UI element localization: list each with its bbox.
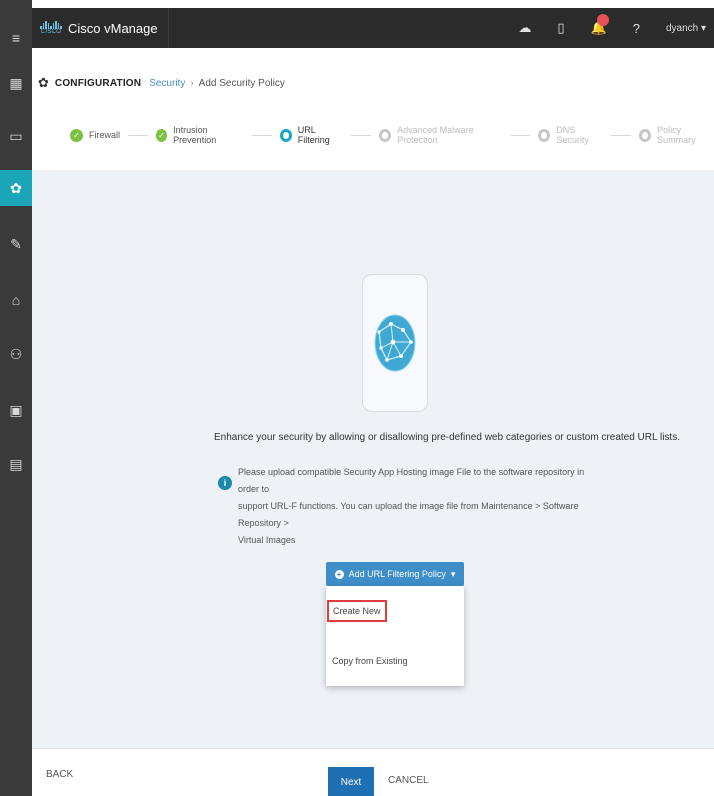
cisco-logo-icon: CISCO [40, 18, 62, 38]
step-connector [252, 134, 272, 136]
step-connector [351, 134, 371, 136]
page-title: CONFIGURATION [54, 77, 142, 89]
upload-info-notice: i Please upload compatible Security App … [218, 464, 588, 549]
next-button[interactable]: Next [328, 767, 374, 796]
step-firewall[interactable]: ✓ Firewall [70, 128, 121, 142]
configuration-gear-icon[interactable]: ✿ [0, 170, 32, 206]
current-step-icon [279, 128, 292, 142]
step-label: Intrusion Prevention [173, 125, 217, 145]
url-filtering-illustration [362, 274, 428, 412]
content-panel: Enhance your security by allowing or dis… [32, 170, 714, 748]
pending-step-icon [378, 128, 392, 142]
menu-item-copy-from-existing[interactable]: Copy from Existing [332, 656, 408, 666]
add-policy-dropdown-menu: Create New Copy from Existing [326, 586, 464, 686]
check-icon: ✓ [155, 128, 168, 142]
check-icon: ✓ [70, 128, 83, 142]
cloud-icon[interactable]: ☁ [518, 20, 531, 36]
step-url-filtering[interactable]: URL Filtering [279, 125, 344, 145]
monitor-icon[interactable]: ▭ [0, 118, 32, 154]
pending-step-icon [538, 128, 551, 142]
step-connector [128, 134, 148, 136]
info-icon: i [218, 476, 232, 490]
wizard-stepper: ✓ Firewall ✓ Intrusion Prevention URL Fi… [32, 118, 714, 152]
app-name: Cisco vManage [68, 20, 158, 36]
info-line: support URL-F functions. You can upload … [238, 501, 579, 528]
vanalytics-icon[interactable]: ▣ [0, 392, 32, 428]
info-line: Please upload compatible Security App Ho… [238, 467, 585, 494]
tools-wrench-icon[interactable]: ✎ [0, 226, 32, 262]
configuration-gear-icon: ✿ [38, 75, 49, 90]
step-advanced-malware-protection[interactable]: Advanced Malware Protection [378, 125, 503, 145]
cancel-button[interactable]: CANCEL [388, 775, 429, 786]
step-label: URL Filtering [297, 125, 330, 145]
info-line: Virtual Images [238, 535, 296, 545]
step-intrusion-prevention[interactable]: ✓ Intrusion Prevention [155, 125, 244, 145]
tasks-icon[interactable]: ▯ [557, 20, 564, 36]
breadcrumb-separator: › [190, 77, 194, 89]
logo-word: CISCO [40, 28, 62, 35]
breadcrumb-current: Add Security Policy [198, 77, 285, 89]
administration-users-icon[interactable]: ⚇ [0, 336, 32, 372]
alarms-bell-icon[interactable]: 🔔 [591, 14, 609, 36]
cisco-logo[interactable]: CISCO Cisco vManage [32, 8, 169, 48]
globe-icon [374, 314, 416, 372]
step-label: Advanced Malware Protection [397, 125, 474, 145]
menu-icon[interactable]: ≡ [0, 20, 32, 56]
user-menu[interactable]: dyanch ▾ [666, 23, 706, 34]
step-policy-summary[interactable]: Policy Summary [639, 125, 714, 145]
pending-step-icon [639, 128, 652, 142]
menu-item-create-new[interactable]: Create New [327, 600, 387, 622]
help-icon[interactable]: ? [633, 21, 640, 36]
step-connector [510, 134, 531, 136]
add-button-label: Add URL Filtering Policy [348, 569, 446, 579]
add-url-filtering-policy-button[interactable]: + Add URL Filtering Policy ▾ [326, 562, 464, 586]
reports-icon[interactable]: ▤ [0, 446, 32, 482]
left-nav-rail: ≡ ▦ ▭ ✿ ✎ ⌂ ⚇ ▣ ▤ [0, 0, 32, 796]
caret-down-icon: ▾ [450, 568, 456, 579]
alarm-badge [596, 14, 609, 26]
plus-icon: + [334, 569, 344, 579]
step-label: Policy Summary [657, 125, 696, 145]
back-button[interactable]: BACK [46, 769, 73, 780]
step-label: Firewall [89, 130, 121, 140]
breadcrumb-link-security[interactable]: Security [149, 78, 185, 89]
step-label: DNS Security [556, 125, 589, 145]
step-dns-security[interactable]: DNS Security [538, 125, 603, 145]
maintenance-icon[interactable]: ⌂ [0, 282, 32, 318]
url-filtering-description: Enhance your security by allowing or dis… [214, 432, 680, 443]
breadcrumb: ✿ CONFIGURATION Security › Add Security … [32, 64, 714, 102]
top-bar: CISCO Cisco vManage ☁ ▯ 🔔 ? dyanch ▾ [32, 8, 714, 48]
wizard-footer: BACK Next CANCEL [32, 748, 714, 796]
dashboard-icon[interactable]: ▦ [0, 65, 32, 101]
step-connector [611, 134, 632, 136]
